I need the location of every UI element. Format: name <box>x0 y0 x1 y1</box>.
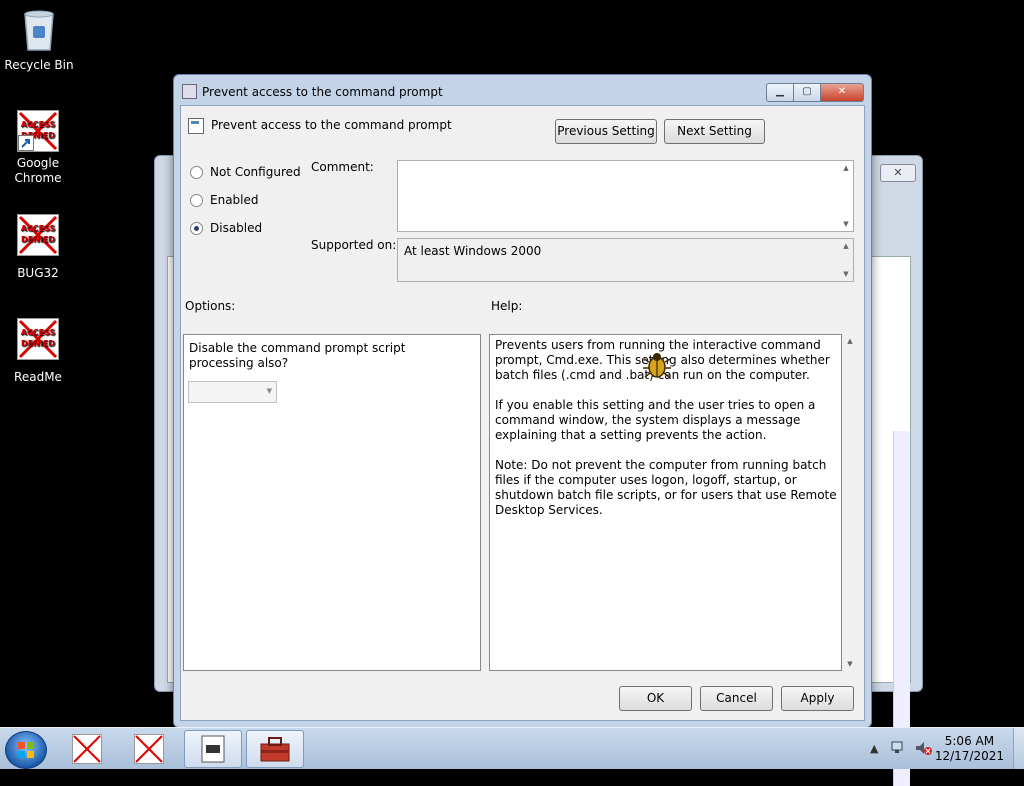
radio-button[interactable] <box>190 165 203 179</box>
options-label: Options: <box>185 299 236 313</box>
access-denied-icon <box>72 734 102 764</box>
policy-setting-dialog: Prevent access to the command prompt ▁ ▢… <box>173 74 872 728</box>
next-setting-button[interactable]: Next Setting <box>664 119 765 144</box>
option-description: Disable the command prompt script proces… <box>189 341 406 370</box>
cancel-button[interactable]: Cancel <box>700 686 773 711</box>
desktop-icon-recycle-bin[interactable]: Recycle Bin <box>1 8 77 73</box>
supported-on-label: Supported on: <box>311 238 397 252</box>
radio-button[interactable] <box>190 221 203 235</box>
system-clock[interactable]: 5:06 AM 12/17/2021 <box>935 734 1004 764</box>
access-denied-icon <box>134 734 164 764</box>
desktop-icon-bug32[interactable]: ACCESS DENIED BUG32 <box>0 214 76 281</box>
clock-date: 12/17/2021 <box>934 749 1004 763</box>
access-denied-icon: ACCESS DENIED <box>17 110 59 152</box>
option-dropdown[interactable]: ▼ <box>188 381 277 403</box>
taskbar-task-app[interactable] <box>184 730 242 768</box>
clock-time: 5:06 AM <box>944 734 995 748</box>
busy-cursor-icon <box>643 353 671 378</box>
options-pane: Disable the command prompt script proces… <box>183 334 481 671</box>
taskbar-task-group-policy[interactable] <box>246 730 304 768</box>
setting-icon <box>188 118 204 134</box>
minimize-button[interactable]: ▁ <box>766 83 794 102</box>
radio-enabled[interactable]: Enabled <box>190 193 259 207</box>
help-paragraph: If you enable this setting and the user … <box>495 398 816 442</box>
desktop-icon-google-chrome[interactable]: ACCESS DENIED Google Chrome <box>0 110 76 186</box>
supported-on-field: At least Windows 2000 ▲ ▼ <box>397 238 854 282</box>
dialog-title: Prevent access to the command prompt <box>202 85 443 99</box>
radio-disabled[interactable]: Disabled <box>190 221 262 235</box>
desktop-icon-label: Chrome <box>14 171 62 185</box>
comment-scrollbar[interactable]: ▲ ▼ <box>839 161 853 231</box>
access-denied-icon: ACCESS DENIED <box>17 214 59 256</box>
help-pane: Prevents users from running the interact… <box>489 334 842 671</box>
taskbar-pinned-app[interactable] <box>134 730 164 766</box>
close-button[interactable]: ✕ <box>820 83 864 102</box>
help-label: Help: <box>491 299 523 313</box>
access-denied-icon: ACCESS DENIED <box>17 318 59 360</box>
supported-on-value: At least Windows 2000 <box>404 244 542 258</box>
comment-textarea[interactable]: ▲ ▼ <box>397 160 854 232</box>
help-scrollbar[interactable]: ▲ ▼ <box>843 334 857 671</box>
maximize-button[interactable]: ▢ <box>793 83 821 102</box>
network-icon[interactable] <box>890 740 906 756</box>
help-paragraph: Note: Do not prevent the computer from r… <box>495 458 837 517</box>
toolbox-icon <box>260 737 290 762</box>
dialog-client-area: Prevent access to the command prompt Pre… <box>180 105 865 721</box>
desktop-icon-label: Recycle Bin <box>4 58 74 72</box>
document-icon <box>201 735 225 763</box>
radio-not-configured[interactable]: Not Configured <box>190 165 301 179</box>
desktop-icon-label: ReadMe <box>14 370 62 384</box>
apply-button[interactable]: Apply <box>781 686 854 711</box>
comment-label: Comment: <box>311 160 374 174</box>
show-hidden-icons-button[interactable]: ▲ <box>870 742 878 755</box>
desktop-icon-readme[interactable]: ACCESS DENIED ReadMe <box>0 318 76 385</box>
volume-muted-icon[interactable] <box>914 740 932 756</box>
show-desktop-button[interactable] <box>1013 728 1024 769</box>
taskbar: ▲ 5:06 AM 12/17/2021 <box>0 727 1024 769</box>
chevron-down-icon: ▼ <box>266 387 272 395</box>
supported-scrollbar[interactable]: ▲ ▼ <box>839 239 853 281</box>
setting-name: Prevent access to the command prompt <box>211 118 452 132</box>
windows-logo-icon <box>18 742 34 758</box>
background-close-button[interactable]: ✕ <box>880 164 916 182</box>
desktop-icon-label: BUG32 <box>17 266 59 280</box>
previous-setting-button[interactable]: Previous Setting <box>555 119 657 144</box>
radio-button[interactable] <box>190 193 203 207</box>
desktop-icon-label: Google <box>16 156 60 170</box>
ok-button[interactable]: OK <box>619 686 692 711</box>
dialog-titlebar[interactable]: Prevent access to the command prompt ▁ ▢… <box>174 75 871 105</box>
policy-icon <box>182 84 197 99</box>
start-button[interactable] <box>5 731 47 769</box>
recycle-bin-icon <box>24 10 54 51</box>
shortcut-arrow-icon <box>18 135 34 151</box>
taskbar-pinned-app[interactable] <box>72 730 102 766</box>
